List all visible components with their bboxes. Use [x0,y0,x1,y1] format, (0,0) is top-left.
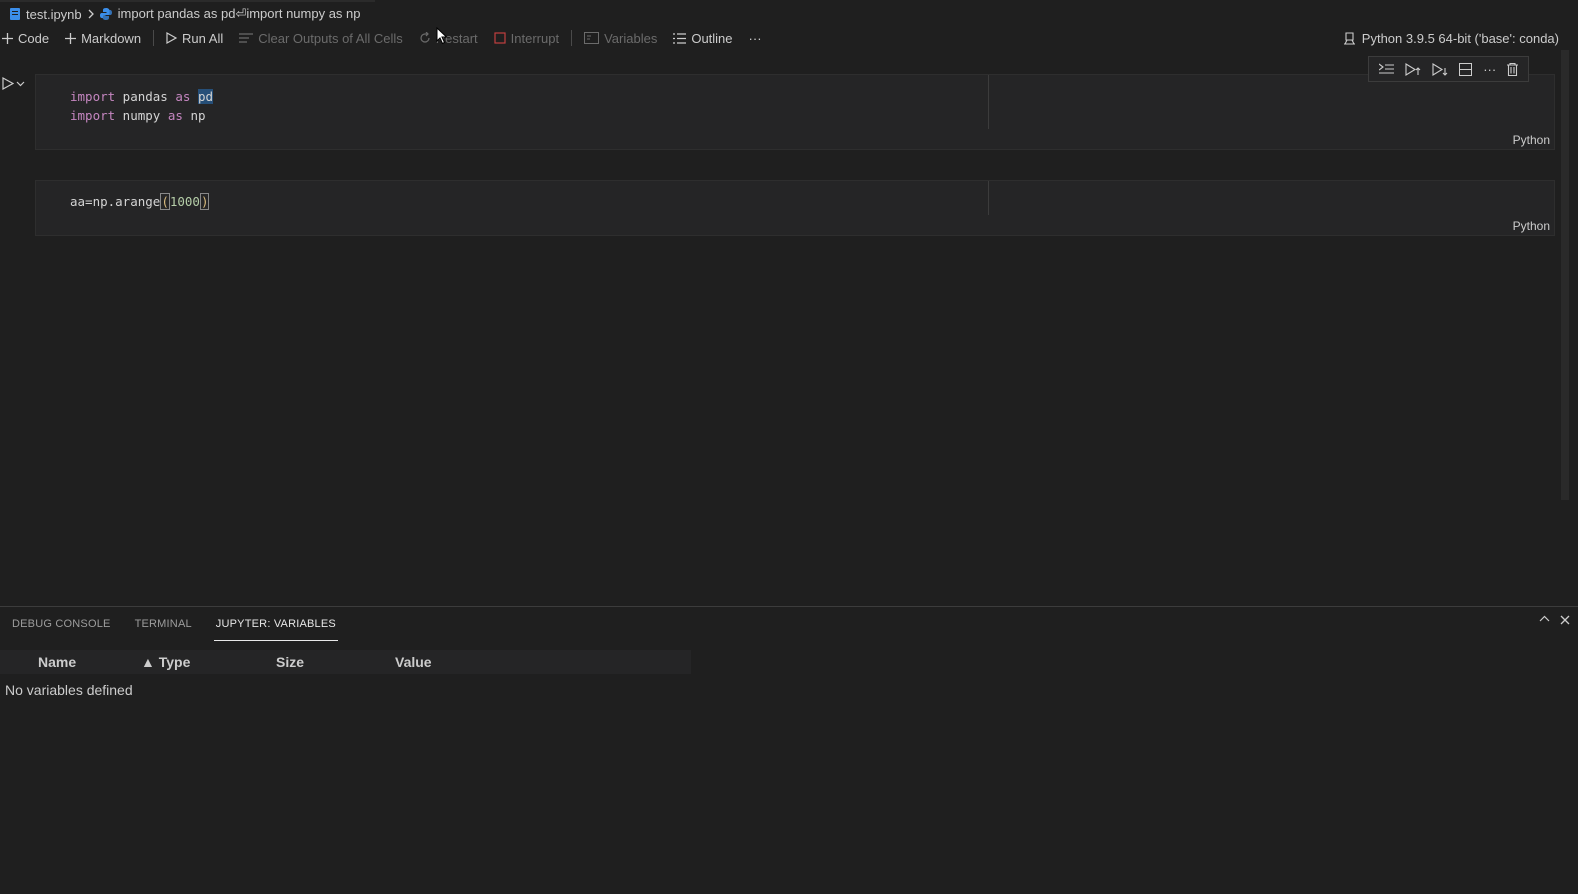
mouse-cursor-icon [436,27,448,45]
add-code-label: Code [18,30,50,46]
add-markdown-cell-button[interactable]: Markdown [57,27,149,49]
editor-scrollbar[interactable] [1561,50,1569,500]
restart-icon [419,32,431,44]
more-icon: ··· [748,30,762,46]
toolbar-divider [153,30,155,46]
tab-debug-console[interactable]: DEBUG CONSOLE [0,607,123,641]
more-actions-button[interactable]: ··· [741,27,770,49]
column-size[interactable]: Size [276,654,304,670]
outline-button[interactable]: Outline [665,27,740,49]
delete-icon[interactable] [1507,62,1519,76]
maximize-panel-icon[interactable] [1539,615,1550,625]
kernel-label: Python 3.9.5 64-bit ('base': conda) [1361,30,1559,46]
stop-icon [494,32,506,44]
run-cell-button[interactable] [2,77,25,90]
kernel-icon [1343,31,1356,45]
editor-tab-indicator [0,0,375,2]
run-below-icon[interactable] [1432,62,1448,76]
chevron-down-icon[interactable] [16,81,25,87]
column-name[interactable]: Name [38,654,76,670]
code-cell[interactable]: import pandas as pd import numpy as np P… [35,74,1555,150]
variables-label: Variables [604,30,658,46]
panel-controls [1539,615,1570,625]
python-icon [99,8,112,20]
code-line: import numpy as np [70,108,206,123]
list-icon [673,32,687,44]
plus-icon [65,32,77,44]
column-value[interactable]: Value [395,654,432,670]
clear-outputs-button[interactable]: Clear Outputs of All Cells [231,27,411,49]
notebook-file-icon [10,8,20,20]
cell-editor[interactable]: aa=np.arange(1000) [70,192,210,211]
file-name: test.ipynb [26,6,82,22]
chevron-right-icon [88,9,94,19]
column-type[interactable]: ▲ Type [141,654,190,670]
cell-toolbar: ··· [1368,56,1529,82]
code-cell[interactable]: aa=np.arange(1000) Python [35,180,1555,236]
plus-icon [2,32,13,44]
notebook-toolbar: Code Markdown Run All Clear Outputs of A… [0,26,1578,50]
cell-breadcrumb[interactable]: import pandas as pd⏎import numpy as np [99,6,361,22]
cell-language-label[interactable]: Python [1513,133,1550,147]
variables-button[interactable]: Variables [576,27,665,49]
empty-variables-message: No variables defined [5,682,133,698]
play-icon [166,32,178,44]
cell-name: import pandas as pd⏎import numpy as np [117,6,361,21]
variables-icon [584,32,600,44]
add-markdown-label: Markdown [81,30,142,46]
clear-outputs-label: Clear Outputs of All Cells [258,30,403,46]
run-above-icon[interactable] [1405,62,1421,76]
cell-language-label[interactable]: Python [1513,219,1550,233]
editor-ruler [988,75,989,129]
breadcrumb: test.ipynb import pandas as pd⏎import nu… [0,3,1578,25]
restart-button[interactable]: Restart [411,27,486,49]
code-line: aa=np.arange(1000) [70,193,210,210]
play-icon [2,77,14,90]
file-breadcrumb[interactable]: test.ipynb [10,7,82,22]
tab-jupyter-variables[interactable]: JUPYTER: VARIABLES [204,607,348,641]
code-line: import pandas as pd [70,89,214,104]
close-icon[interactable] [1560,615,1570,625]
outline-label: Outline [691,30,733,46]
toolbar-divider [571,30,573,46]
editor-ruler [988,181,989,215]
run-all-button[interactable]: Run All [158,27,231,49]
panel-tabs: DEBUG CONSOLE TERMINAL JUPYTER: VARIABLE… [0,607,348,641]
clear-all-icon [239,32,254,44]
add-code-cell-button[interactable]: Code [0,27,57,49]
variables-table-header: Name ▲ Type Size Value [0,650,691,674]
split-cell-icon[interactable] [1459,62,1473,76]
interrupt-label: Interrupt [510,30,560,46]
tab-terminal[interactable]: TERMINAL [123,607,204,641]
run-all-label: Run All [182,30,224,46]
kernel-picker[interactable]: Python 3.9.5 64-bit ('base': conda) [1343,26,1559,50]
run-by-line-icon[interactable] [1378,63,1394,75]
interrupt-button[interactable]: Interrupt [486,27,567,49]
bottom-panel: DEBUG CONSOLE TERMINAL JUPYTER: VARIABLE… [0,606,1578,894]
cell-editor[interactable]: import pandas as pd import numpy as np [70,87,214,125]
more-icon[interactable]: ··· [1483,62,1496,77]
